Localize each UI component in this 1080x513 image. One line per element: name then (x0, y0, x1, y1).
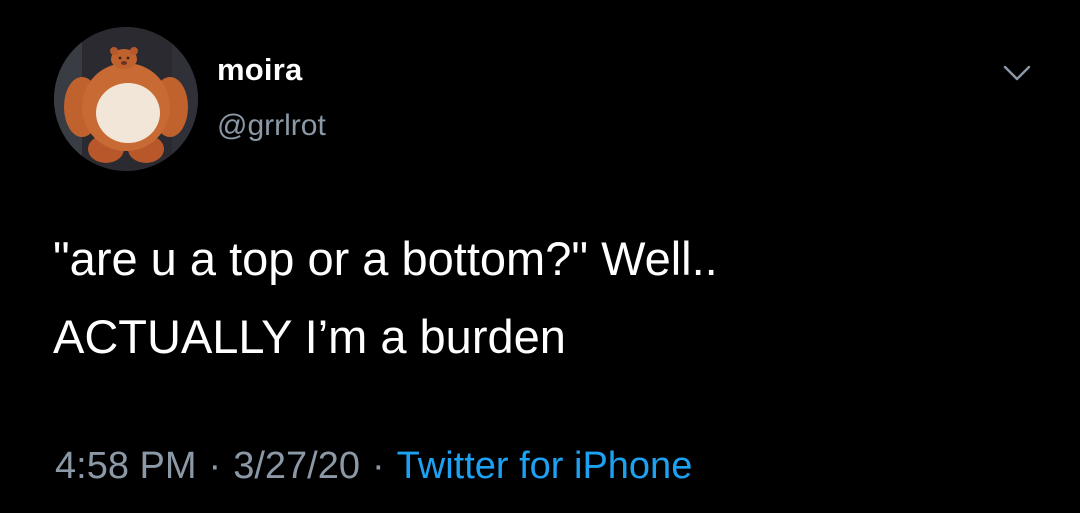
display-name[interactable]: moira (217, 54, 302, 85)
tweet-meta: 4:58 PM · 3/27/20 · Twitter for iPhone (55, 447, 692, 485)
plush-bear-avatar-image (54, 27, 198, 171)
meta-separator: · (371, 445, 385, 487)
meta-separator: · (208, 445, 222, 487)
user-handle[interactable]: @grrlrot (217, 111, 326, 141)
avatar[interactable] (54, 27, 198, 171)
tweet-text-line-1: "are u a top or a bottom?" Well.. (53, 232, 718, 285)
tweet-time[interactable]: 4:58 PM (55, 445, 197, 487)
tweet-source-link[interactable]: Twitter for iPhone (397, 445, 693, 487)
chevron-down-icon[interactable] (1000, 58, 1034, 88)
tweet-date[interactable]: 3/27/20 (233, 445, 360, 487)
tweet-text-line-2: ACTUALLY I’m a burden (53, 310, 566, 363)
tweet-card: moira @grrlrot "are u a top or a bottom?… (0, 0, 1080, 513)
tweet-text: "are u a top or a bottom?" Well.. ACTUAL… (53, 220, 1033, 376)
